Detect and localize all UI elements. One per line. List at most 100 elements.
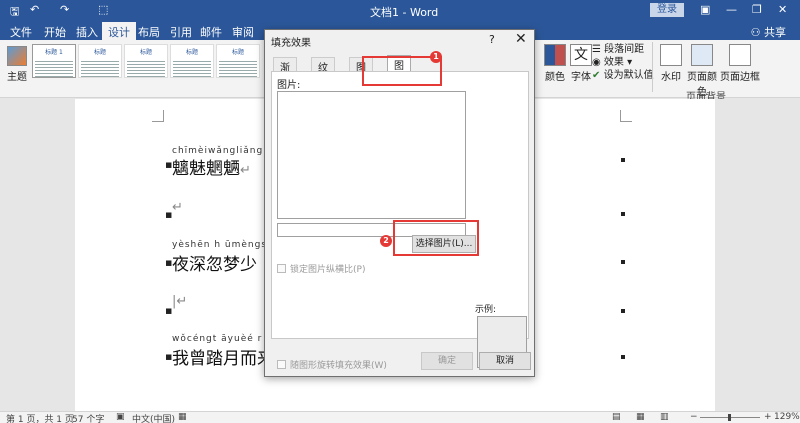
redo-icon[interactable]: ↷	[60, 3, 69, 16]
tab-references[interactable]: 引用	[170, 24, 192, 40]
style-title: 标题 1	[45, 49, 63, 56]
paragraph-spacing-icon: ☰	[592, 44, 601, 55]
lock-aspect-label: 锁定图片纵横比(P)	[290, 265, 366, 275]
rotate-fill-label: 随图形旋转填充效果(W)	[290, 361, 387, 371]
tab-mailings[interactable]: 邮件	[200, 24, 222, 40]
paragraph-bullet	[621, 158, 625, 162]
style-preview-lines	[81, 59, 119, 77]
highlight-box	[393, 220, 479, 256]
page-count[interactable]: 第 1 页，共 1 页	[6, 412, 74, 423]
checkbox-icon	[277, 360, 286, 369]
paragraph-bullet	[621, 309, 625, 313]
close-window-icon[interactable]: ✕	[778, 3, 787, 16]
style-gallery: 标题 1 标题 标题 标题 标题	[32, 44, 268, 80]
picture-panel: 图片: 选择图片(L)... 锁定图片纵横比(P) 示例: 随图形旋转填充效果(…	[271, 71, 529, 371]
watermark-icon	[660, 44, 682, 66]
paragraph-spacing-button[interactable]: ☰ 段落间距	[592, 43, 654, 56]
set-default-label: 设为默认值	[603, 70, 654, 81]
themes-button[interactable]: 主题	[4, 46, 30, 83]
style-thumb[interactable]: 标题	[78, 44, 122, 78]
fonts-icon: 文	[570, 44, 592, 66]
ribbon-separator	[652, 42, 653, 92]
text-cursor-icon: |↵	[172, 294, 188, 309]
help-icon[interactable]: ?	[489, 33, 495, 46]
step-marker: 2	[380, 235, 392, 247]
paragraph-mark-icon: ↵	[240, 163, 251, 178]
tab-review[interactable]: 审阅	[232, 24, 254, 40]
tab-design[interactable]: 设计	[102, 22, 136, 40]
watermark-label: 水印	[661, 72, 681, 83]
check-icon: ✔	[592, 70, 601, 81]
style-title: 标题	[93, 49, 106, 56]
paragraph-spacing-label: 段落间距	[604, 44, 645, 55]
style-thumb[interactable]: 标题	[170, 44, 214, 78]
highlight-box	[362, 56, 442, 86]
tab-gradient[interactable]: 渐变	[273, 57, 297, 89]
close-icon[interactable]: ✕	[515, 31, 527, 47]
style-preview-lines	[173, 59, 211, 77]
effects-icon: ◉	[592, 57, 601, 68]
maximize-icon[interactable]: ❐	[752, 3, 762, 16]
document-text[interactable]: 魑魅魍魉↵	[172, 154, 251, 179]
lock-aspect-checkbox[interactable]: 锁定图片纵横比(P)	[277, 262, 365, 275]
word-count[interactable]: 57 个字	[72, 412, 104, 423]
login-button[interactable]: 登录	[650, 3, 684, 17]
style-title: 标题	[231, 49, 244, 56]
style-thumb[interactable]: 标题	[216, 44, 260, 78]
cancel-button[interactable]: 取消	[479, 352, 531, 370]
document-text[interactable]: 我曾踏月而来	[172, 344, 274, 369]
watermark-button[interactable]: 水印	[656, 44, 686, 83]
style-preview-lines	[35, 59, 73, 77]
style-title: 标题	[139, 49, 152, 56]
tab-home[interactable]: 开始	[44, 24, 66, 40]
ok-button[interactable]: 确定	[421, 352, 473, 370]
customize-quick-access-icon[interactable]: ⬚	[98, 3, 108, 16]
user-icon: ⚇	[750, 26, 761, 39]
margin-marker	[620, 110, 632, 122]
print-layout-icon[interactable]: ▦	[636, 412, 645, 422]
checkbox-icon	[277, 264, 286, 273]
page-borders-button[interactable]: 页面边框	[720, 44, 760, 83]
paragraph-bullet	[621, 260, 625, 264]
tab-layout[interactable]: 布局	[138, 24, 160, 40]
zoom-slider-thumb[interactable]	[728, 414, 731, 421]
set-default-button[interactable]: ✔ 设为默认值	[592, 69, 654, 82]
macro-icon[interactable]: ▦	[178, 412, 187, 422]
proofing-icon[interactable]: ▣	[116, 412, 125, 422]
sample-label: 示例:	[475, 305, 497, 315]
page-borders-label: 页面边框	[720, 72, 760, 83]
style-preview-lines	[127, 59, 165, 77]
themes-icon	[7, 46, 27, 66]
share-label: 共享	[764, 26, 786, 39]
text-line-1: 魑魅魍魉	[172, 159, 240, 179]
language-indicator[interactable]: 中文(中国)	[132, 412, 175, 423]
effects-button[interactable]: ◉ 效果 ▾	[592, 56, 654, 69]
picture-label: 图片:	[277, 80, 301, 91]
share-button[interactable]: ⚇ 共享	[751, 24, 786, 40]
ribbon-display-icon[interactable]: ▣	[700, 3, 710, 16]
tab-file[interactable]: 文件	[10, 24, 32, 40]
paragraph-bullet	[621, 355, 625, 359]
fonts-label: 字体	[571, 72, 591, 83]
read-mode-icon[interactable]: ▤	[612, 412, 621, 422]
style-thumb[interactable]: 标题 1	[32, 44, 76, 78]
effects-label: 效果	[603, 57, 624, 68]
style-thumb[interactable]: 标题	[124, 44, 168, 78]
page-borders-icon	[729, 44, 751, 66]
undo-icon[interactable]: ↶	[30, 3, 39, 16]
web-layout-icon[interactable]: ▥	[660, 412, 669, 422]
zoom-in-icon[interactable]: +	[764, 412, 772, 422]
document-text[interactable]: 夜深忽梦少	[172, 250, 257, 275]
step-marker: 1	[430, 51, 442, 63]
dialog-title: 填充效果	[271, 38, 311, 49]
zoom-level[interactable]: 129%	[774, 412, 800, 422]
tab-texture[interactable]: 纹理	[311, 57, 335, 89]
pinyin-line: wǒcéngt āyuèé r l	[172, 334, 270, 344]
rotate-fill-checkbox[interactable]: 随图形旋转填充效果(W)	[277, 358, 387, 371]
paragraph-bullet	[621, 212, 625, 216]
themes-label: 主题	[7, 72, 27, 83]
minimize-icon[interactable]: —	[726, 3, 737, 16]
tab-insert[interactable]: 插入	[76, 24, 98, 40]
margin-marker	[152, 110, 164, 122]
zoom-out-icon[interactable]: −	[690, 412, 698, 422]
